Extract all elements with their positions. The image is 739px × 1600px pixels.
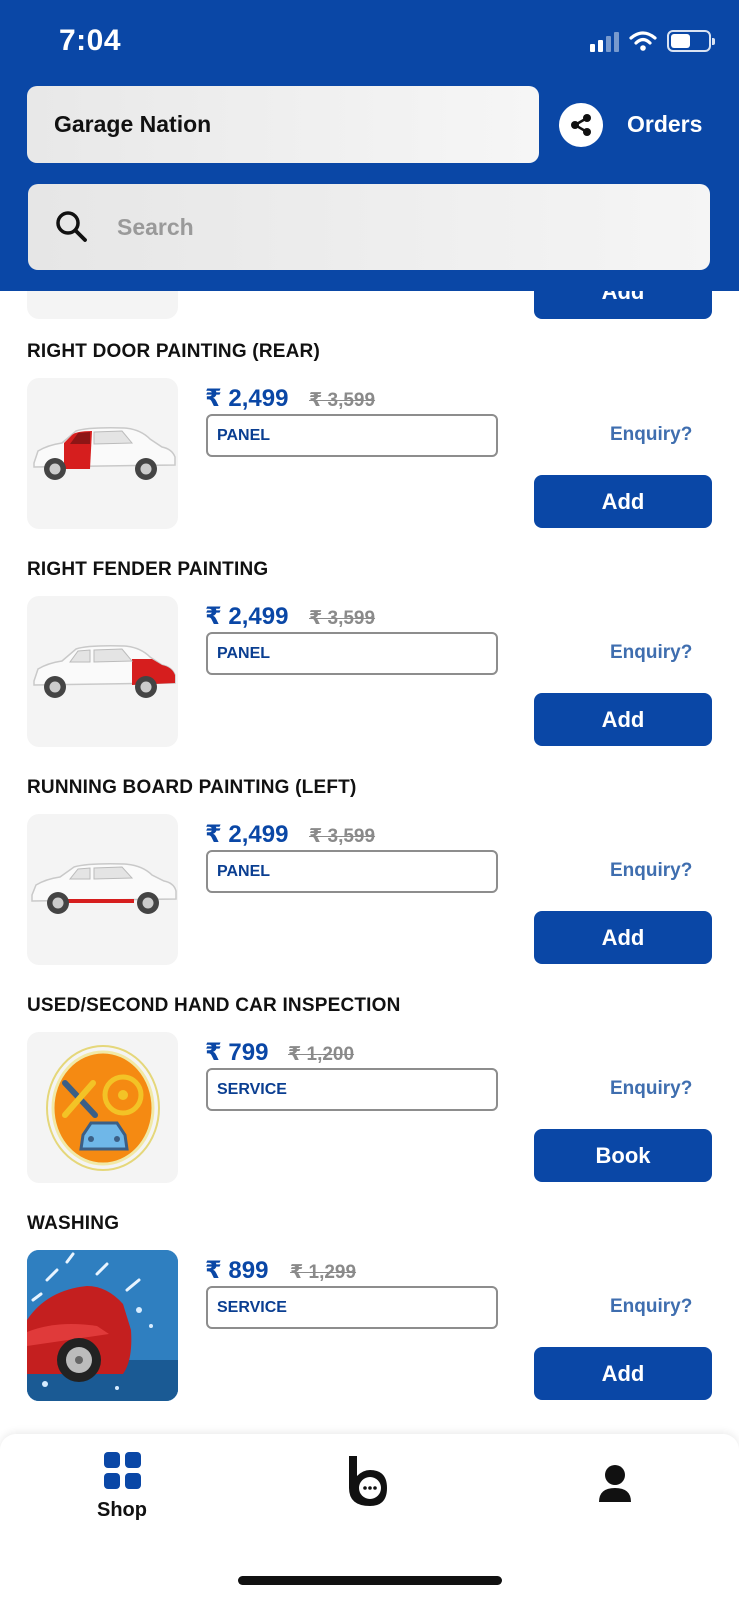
product-mrp: ₹ 1,299 bbox=[290, 1262, 357, 1283]
shop-icon bbox=[103, 1452, 141, 1489]
add-button[interactable]: Add bbox=[534, 1347, 712, 1400]
product-title: RIGHT DOOR PAINTING (REAR) bbox=[27, 341, 321, 362]
car-running-board-icon bbox=[30, 862, 177, 914]
product-mrp: ₹ 3,599 bbox=[309, 608, 376, 629]
product-price: ₹ 2,499 bbox=[205, 385, 289, 412]
product-title: RIGHT FENDER PAINTING bbox=[27, 559, 269, 580]
product-price: ₹ 899 bbox=[205, 1257, 269, 1284]
wifi-icon bbox=[629, 31, 657, 51]
status-time: 7:04 bbox=[59, 24, 122, 57]
car-right-door-rear-icon bbox=[32, 426, 176, 480]
product-type-field[interactable]: PANEL bbox=[206, 632, 498, 675]
share-button[interactable] bbox=[559, 103, 603, 147]
list-item: WASHING ₹ 899 ₹ 1,299 SERVICE Enquiry? A… bbox=[0, 1213, 739, 1423]
product-title: USED/SECOND HAND CAR INSPECTION bbox=[27, 995, 401, 1016]
product-thumbnail[interactable] bbox=[27, 596, 178, 747]
product-type-field[interactable]: PANEL bbox=[206, 414, 498, 457]
profile-icon bbox=[599, 1465, 631, 1502]
chat-logo-icon bbox=[349, 1456, 387, 1506]
car-washing-photo bbox=[27, 1250, 178, 1401]
add-button[interactable]: Add bbox=[534, 475, 712, 528]
signal-icon bbox=[590, 30, 619, 52]
product-title: WASHING bbox=[27, 1213, 120, 1234]
product-mrp: ₹ 3,599 bbox=[309, 826, 376, 847]
search-bar[interactable] bbox=[28, 184, 710, 270]
product-title: RUNNING BOARD PAINTING (LEFT) bbox=[27, 777, 357, 798]
search-input[interactable] bbox=[117, 213, 637, 241]
product-price: ₹ 2,499 bbox=[205, 821, 289, 848]
car-inspection-icon bbox=[45, 1044, 160, 1171]
enquiry-link[interactable]: Enquiry? bbox=[610, 860, 692, 882]
nav-shop[interactable]: Shop bbox=[96, 1452, 148, 1522]
list-item: RUNNING BOARD PAINTING (LEFT) ₹ 2,499 ₹ … bbox=[0, 777, 739, 987]
enquiry-link[interactable]: Enquiry? bbox=[610, 1296, 692, 1318]
product-thumbnail[interactable] bbox=[27, 1032, 178, 1183]
product-mrp: ₹ 1,200 bbox=[288, 1044, 355, 1065]
app-header: 7:04 Garage Nation Orders bbox=[0, 0, 739, 291]
nav-shop-label: Shop bbox=[97, 1499, 147, 1521]
enquiry-link[interactable]: Enquiry? bbox=[610, 424, 692, 446]
add-button[interactable]: Add bbox=[534, 911, 712, 964]
product-type-field[interactable]: SERVICE bbox=[206, 1286, 498, 1329]
product-mrp: ₹ 3,599 bbox=[309, 390, 376, 411]
enquiry-link[interactable]: Enquiry? bbox=[610, 1078, 692, 1100]
product-price: ₹ 799 bbox=[205, 1039, 269, 1066]
product-type-field[interactable]: SERVICE bbox=[206, 1068, 498, 1111]
status-icons bbox=[590, 30, 715, 52]
product-type-field[interactable]: PANEL bbox=[206, 850, 498, 893]
enquiry-link[interactable]: Enquiry? bbox=[610, 642, 692, 664]
product-thumbnail[interactable] bbox=[27, 814, 178, 965]
list-item: USED/SECOND HAND CAR INSPECTION ₹ 799 ₹ … bbox=[0, 995, 739, 1205]
product-price: ₹ 2,499 bbox=[205, 603, 289, 630]
book-button[interactable]: Book bbox=[534, 1129, 712, 1182]
car-right-fender-icon bbox=[32, 644, 176, 698]
store-title: Garage Nation bbox=[54, 111, 212, 137]
product-thumbnail[interactable] bbox=[27, 1250, 178, 1401]
list-item: RIGHT FENDER PAINTING ₹ 2,499 ₹ 3,599 PA… bbox=[0, 559, 739, 769]
battery-icon bbox=[667, 30, 715, 52]
search-icon bbox=[56, 211, 87, 242]
orders-link[interactable]: Orders bbox=[627, 111, 702, 138]
add-button[interactable]: Add bbox=[534, 693, 712, 746]
list-item: RIGHT DOOR PAINTING (REAR) ₹ 2,499 ₹ 3,5… bbox=[0, 341, 739, 551]
share-icon bbox=[571, 114, 591, 136]
nav-profile[interactable] bbox=[597, 1464, 633, 1504]
store-title-box: Garage Nation bbox=[27, 86, 539, 163]
product-thumbnail[interactable] bbox=[27, 378, 178, 529]
nav-chat[interactable] bbox=[345, 1454, 391, 1510]
home-indicator bbox=[238, 1576, 502, 1585]
